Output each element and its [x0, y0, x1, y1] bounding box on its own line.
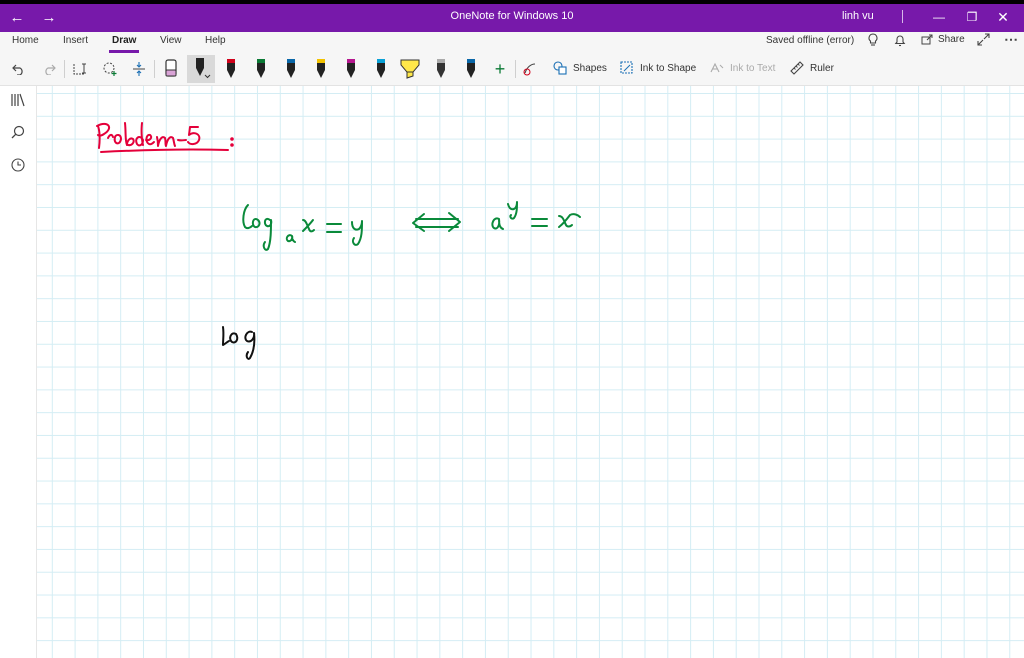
- ink-replay-icon[interactable]: [520, 57, 540, 81]
- toolbar-separator: [515, 60, 516, 78]
- lasso-select-icon[interactable]: [100, 57, 120, 81]
- shapes-icon: [553, 61, 567, 75]
- draw-toolbar: + Shapes Ink to Shape Ink to Text Ruler: [0, 55, 1024, 83]
- add-space-icon[interactable]: [129, 57, 149, 81]
- shapes-label: Shapes: [573, 62, 607, 74]
- ruler-icon: [790, 61, 804, 75]
- more-options-icon[interactable]: ⋯: [1004, 31, 1018, 48]
- recent-clock-icon[interactable]: [8, 155, 28, 175]
- sync-status[interactable]: Saved offline (error): [766, 35, 854, 46]
- ink-to-text-icon: [710, 62, 724, 73]
- title-bar: ← → OneNote for Windows 10 linh vu — ❐ ✕: [0, 0, 1024, 32]
- close-button[interactable]: ✕: [988, 4, 1018, 30]
- tab-draw[interactable]: Draw: [108, 35, 140, 53]
- pen-red[interactable]: [219, 55, 243, 83]
- toolbar-separator: [154, 60, 155, 78]
- ink-equation-definition: [242, 201, 581, 251]
- tab-help[interactable]: Help: [204, 35, 227, 46]
- tab-insert[interactable]: Insert: [62, 35, 89, 46]
- search-icon[interactable]: [8, 122, 28, 142]
- share-label: Share: [938, 33, 965, 45]
- pen-yellow[interactable]: [309, 55, 333, 83]
- notebooks-icon[interactable]: [8, 90, 28, 110]
- shapes-button[interactable]: Shapes: [553, 61, 607, 75]
- redo-icon[interactable]: [40, 57, 58, 81]
- pen-pencil-black[interactable]: [429, 55, 453, 83]
- ink-to-shape-icon: [620, 61, 633, 74]
- ink-to-text-button[interactable]: Ink to Text: [710, 61, 775, 75]
- note-canvas[interactable]: [37, 86, 1024, 658]
- ink-layer: [96, 122, 581, 360]
- pen-dark-blue[interactable]: [459, 55, 483, 83]
- tab-view[interactable]: View: [159, 35, 183, 46]
- ink-to-shape-label: Ink to Shape: [640, 62, 697, 74]
- pen-magenta[interactable]: [339, 55, 363, 83]
- undo-icon[interactable]: [10, 57, 28, 81]
- pen-cyan[interactable]: [369, 55, 393, 83]
- pen-blue[interactable]: [279, 55, 303, 83]
- title-bar-edge: [0, 0, 1024, 4]
- user-name[interactable]: linh vu: [842, 10, 874, 22]
- restore-button[interactable]: ❐: [957, 4, 987, 30]
- highlighter-yellow[interactable]: [397, 55, 423, 83]
- ruler-button[interactable]: Ruler: [790, 61, 834, 75]
- bell-icon[interactable]: [894, 33, 906, 50]
- lightbulb-icon[interactable]: [867, 33, 879, 50]
- title-separator: [902, 10, 903, 23]
- pen-black-selected[interactable]: [187, 55, 215, 83]
- share-icon: [921, 34, 933, 45]
- add-pen-icon[interactable]: +: [490, 57, 510, 81]
- ink-to-text-label: Ink to Text: [730, 62, 776, 74]
- fullscreen-icon[interactable]: [977, 33, 990, 49]
- tab-home[interactable]: Home: [11, 35, 40, 46]
- left-nav: [0, 86, 37, 658]
- ink-log-start: [222, 326, 256, 360]
- toolbar-separator: [64, 60, 65, 78]
- ink-to-shape-button[interactable]: Ink to Shape: [620, 61, 696, 75]
- select-text-icon[interactable]: [70, 57, 90, 81]
- eraser-icon[interactable]: [159, 55, 183, 83]
- share-button[interactable]: Share: [921, 33, 965, 45]
- ink-heading-problem-5: [96, 122, 234, 153]
- pen-green[interactable]: [249, 55, 273, 83]
- ruler-label: Ruler: [810, 62, 834, 74]
- minimize-button[interactable]: —: [924, 4, 954, 30]
- ribbon: Home Insert Draw View Help Saved offline…: [0, 31, 1024, 86]
